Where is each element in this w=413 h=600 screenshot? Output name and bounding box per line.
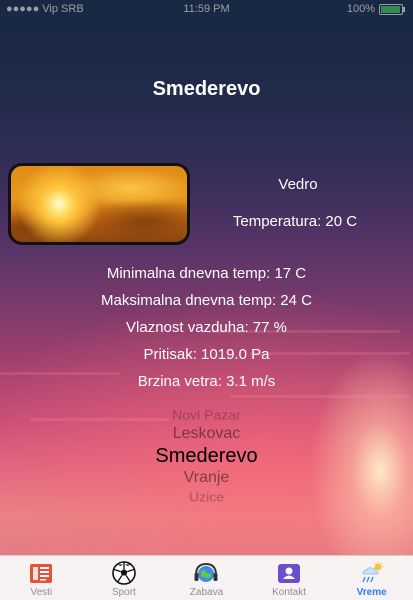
- battery-percent: 100%: [346, 3, 375, 15]
- tab-bar: Vesti Sport Zabava Kontakt Vreme: [0, 555, 413, 600]
- humidity: Vlaznost vazduha: 77 %: [126, 319, 287, 336]
- tab-sport[interactable]: Sport: [83, 556, 166, 600]
- tab-label: Vesti: [30, 587, 53, 598]
- tab-label: Zabava: [189, 587, 224, 598]
- picker-option[interactable]: Leskovac: [0, 424, 413, 444]
- weather-icon: [362, 561, 384, 583]
- weather-condition-image: [8, 163, 190, 245]
- min-temp: Minimalna dnevna temp: 17 C: [106, 265, 307, 282]
- tab-label: Sport: [111, 587, 136, 598]
- wind-speed: Brzina vetra: 3.1 m/s: [137, 373, 276, 390]
- city-title: Smederevo: [152, 78, 261, 100]
- tab-label: Vreme: [356, 587, 387, 598]
- tab-kontakt[interactable]: Kontakt: [248, 556, 331, 600]
- status-bar: ●●●●● Vip SRB 11:59 PM 100%: [0, 0, 413, 20]
- soccer-ball-icon: [112, 561, 136, 585]
- tab-vesti[interactable]: Vesti: [0, 556, 83, 600]
- tab-label: Kontakt: [272, 587, 307, 598]
- max-temp: Maksimalna dnevna temp: 24 C: [101, 292, 312, 309]
- picker-selected-option[interactable]: Smederevo: [0, 444, 413, 468]
- city-picker[interactable]: Novi Pazar Leskovac Smederevo Vranje Uzi…: [0, 406, 413, 506]
- picker-option[interactable]: Vranje: [0, 468, 413, 488]
- tab-zabava[interactable]: Zabava: [165, 556, 248, 600]
- battery-status: 100%: [346, 3, 405, 15]
- picker-option[interactable]: Uzice: [0, 489, 413, 505]
- battery-icon: [379, 3, 405, 15]
- contact-card-icon: [278, 564, 301, 583]
- temperature-value: Temperatura: 20 C: [232, 213, 358, 230]
- picker-option[interactable]: Novi Pazar: [0, 407, 413, 423]
- tab-vreme[interactable]: Vreme: [330, 556, 413, 600]
- headphones-globe-icon: [194, 562, 218, 582]
- weather-details: Minimalna dnevna temp: 17 C Maksimalna d…: [0, 266, 413, 401]
- pressure: Pritisak: 1019.0 Pa: [143, 346, 270, 363]
- weather-condition: Vedro: [278, 176, 318, 193]
- news-icon: [30, 564, 53, 583]
- weather-screen: ●●●●● Vip SRB 11:59 PM 100% Smederevo Ve…: [0, 0, 413, 600]
